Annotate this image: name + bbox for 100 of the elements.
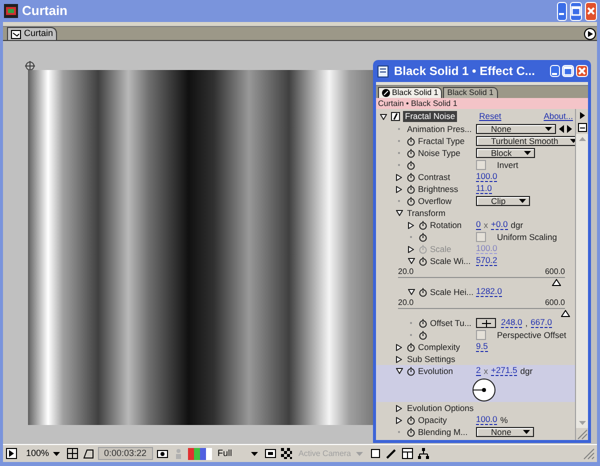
value-field[interactable]: 100.0 xyxy=(476,172,498,182)
angle-dial[interactable] xyxy=(472,378,496,402)
resolution-dropdown[interactable]: Full xyxy=(214,447,261,460)
close-button[interactable] xyxy=(576,65,588,77)
property-label: Fractal Type xyxy=(418,134,465,148)
times-sign: x xyxy=(484,218,488,232)
checkbox[interactable] xyxy=(476,232,486,242)
checkbox-label: Perspective Offset xyxy=(497,328,566,342)
layout-icon xyxy=(402,448,413,459)
zoom-dropdown[interactable]: 100% xyxy=(21,447,63,460)
value-field[interactable]: +0.0 xyxy=(490,220,508,230)
preview-button[interactable] xyxy=(5,447,18,460)
camera-button[interactable] xyxy=(156,447,169,460)
brush-icon xyxy=(382,89,390,97)
value-field[interactable]: 100.0 xyxy=(476,415,498,425)
panel-tab[interactable]: Black Solid 1 xyxy=(443,87,498,98)
checkbox-label: Uniform Scaling xyxy=(497,230,557,244)
previous-arrow-icon[interactable] xyxy=(559,125,564,133)
flowchart-icon xyxy=(418,448,429,459)
property-label: Animation Pres... xyxy=(407,122,472,136)
property-label: Offset Tu... xyxy=(430,316,472,330)
grid-button[interactable] xyxy=(66,447,79,460)
dropdown-arrow-icon xyxy=(250,452,258,456)
maximize-icon xyxy=(571,6,581,16)
checkbox-label: Invert xyxy=(497,158,518,172)
bullet-icon xyxy=(408,332,414,338)
panel-options-button[interactable] xyxy=(576,122,588,133)
property-label: Contrast xyxy=(418,170,450,184)
slider-thumb[interactable] xyxy=(560,310,570,317)
fx-icon[interactable] xyxy=(391,112,400,121)
play-icon xyxy=(580,112,584,119)
panel-menu-button[interactable] xyxy=(584,28,596,40)
breadcrumb: Curtain • Black Solid 1 xyxy=(376,98,588,109)
mask-button[interactable] xyxy=(82,447,95,460)
mask-icon xyxy=(83,448,94,459)
slider-thumb[interactable] xyxy=(552,279,562,286)
square-icon xyxy=(370,448,381,459)
value-field[interactable]: 248.0 xyxy=(501,318,522,328)
panel-tab[interactable]: Black Solid 1 xyxy=(378,87,442,98)
timecode-field[interactable]: 0:00:03:22 xyxy=(98,447,153,460)
window-icon xyxy=(578,123,586,132)
times-sign: x xyxy=(484,364,488,378)
about-link[interactable]: About... xyxy=(544,110,573,123)
property-label: Brightness xyxy=(418,182,458,196)
resize-grip-icon xyxy=(576,429,588,440)
reset-link[interactable]: Reset xyxy=(479,110,502,123)
value-field[interactable]: 570.2 xyxy=(476,256,498,266)
value-field[interactable]: 0 xyxy=(476,220,481,230)
dropdown-arrow-icon xyxy=(570,139,575,143)
property-label: Complexity xyxy=(418,340,460,354)
minimize-button[interactable] xyxy=(550,65,560,77)
checkbox[interactable] xyxy=(476,160,486,170)
panel-title: Black Solid 1 • Effect C... xyxy=(394,63,536,80)
property-label: Sub Settings xyxy=(407,352,456,366)
bullet-icon xyxy=(396,162,402,168)
close-button[interactable] xyxy=(585,2,597,20)
value-field[interactable]: 9.5 xyxy=(476,342,488,352)
maximize-button[interactable] xyxy=(562,65,574,77)
next-arrow-icon[interactable] xyxy=(567,125,572,133)
property-label: Noise Type xyxy=(418,146,460,160)
value-field[interactable]: 2 xyxy=(476,366,481,376)
minimize-button[interactable] xyxy=(557,2,567,20)
property-label: Overflow xyxy=(418,194,452,208)
dropdown[interactable]: None xyxy=(476,124,556,134)
checkerboard-button[interactable] xyxy=(280,447,293,460)
color-channels-icon[interactable] xyxy=(188,448,212,460)
dropdown[interactable]: Clip xyxy=(476,196,530,206)
effect-name[interactable]: Fractal Noise xyxy=(403,111,458,122)
checkbox[interactable] xyxy=(476,330,486,340)
value-field[interactable]: +271.5 xyxy=(490,366,518,376)
pen-button[interactable] xyxy=(384,447,398,460)
region-button[interactable] xyxy=(264,447,277,460)
property-label: Scale Wi... xyxy=(430,254,471,268)
bullet-icon xyxy=(408,234,414,240)
crosshair-icon xyxy=(482,320,490,326)
dropdown[interactable]: Block xyxy=(476,148,535,158)
comp-tab[interactable]: Curtain xyxy=(7,27,58,40)
property-label: Evolution Options xyxy=(407,402,474,414)
dropdown[interactable]: Turbulent Smooth xyxy=(476,136,575,146)
property-label: Rotation xyxy=(430,218,462,232)
maximize-button[interactable] xyxy=(570,2,582,20)
value-field[interactable]: 1282.0 xyxy=(476,287,502,297)
bullet-icon xyxy=(396,429,402,435)
dropdown[interactable]: None xyxy=(476,427,534,437)
comma-separator: , xyxy=(525,316,528,330)
slider-min-label: 20.0 xyxy=(398,298,414,307)
property-label: Evolution xyxy=(418,364,453,378)
slider-max-label: 600.0 xyxy=(544,267,565,276)
flowchart-button[interactable] xyxy=(416,447,430,460)
square-button[interactable] xyxy=(368,447,382,460)
dropdown-arrow-icon xyxy=(519,199,526,203)
dropdown-arrow-icon xyxy=(524,151,531,155)
maximize-icon xyxy=(563,66,573,76)
value-field[interactable]: 667.0 xyxy=(530,318,552,328)
pen-icon xyxy=(386,448,397,459)
scrollbar[interactable] xyxy=(576,134,588,428)
close-icon xyxy=(577,66,587,76)
layout-button[interactable] xyxy=(400,447,414,460)
value-field[interactable]: 11.0 xyxy=(476,184,492,194)
crosshair-button[interactable] xyxy=(476,318,496,328)
